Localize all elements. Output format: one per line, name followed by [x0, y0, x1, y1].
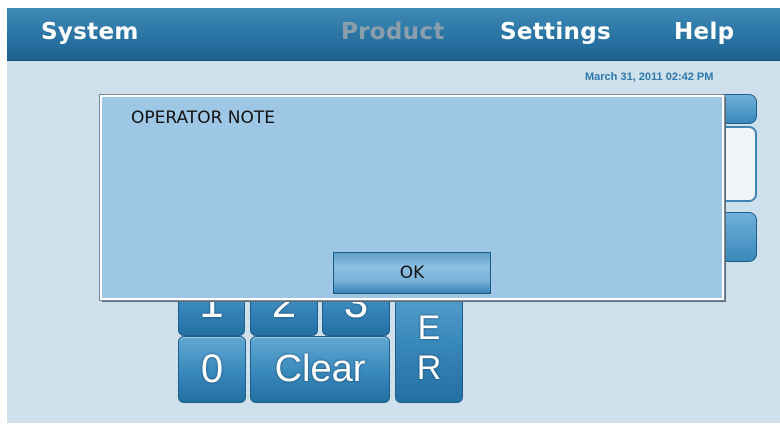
key-0[interactable]: 0 [178, 336, 246, 403]
menu-bar: System Product Settings Help [7, 8, 780, 61]
datetime-display: March 31, 2011 02:42 PM [585, 71, 714, 83]
key-0-label: 0 [200, 347, 224, 391]
dialog-title: OPERATOR NOTE [131, 108, 276, 128]
operator-note-dialog: OPERATOR NOTE OK [99, 94, 725, 301]
clear-button[interactable]: Clear [250, 336, 390, 403]
menu-settings[interactable]: Settings [500, 19, 611, 45]
clear-button-label: Clear [274, 348, 366, 390]
menu-help[interactable]: Help [674, 19, 734, 45]
menu-product[interactable]: Product [341, 19, 445, 45]
enter-key-label-r: R [416, 349, 442, 387]
menu-system[interactable]: System [41, 19, 139, 45]
app-screen: System Product Settings Help March 31, 2… [7, 8, 780, 423]
ok-button[interactable]: OK [333, 252, 491, 294]
enter-key-label-e: E [417, 309, 441, 347]
